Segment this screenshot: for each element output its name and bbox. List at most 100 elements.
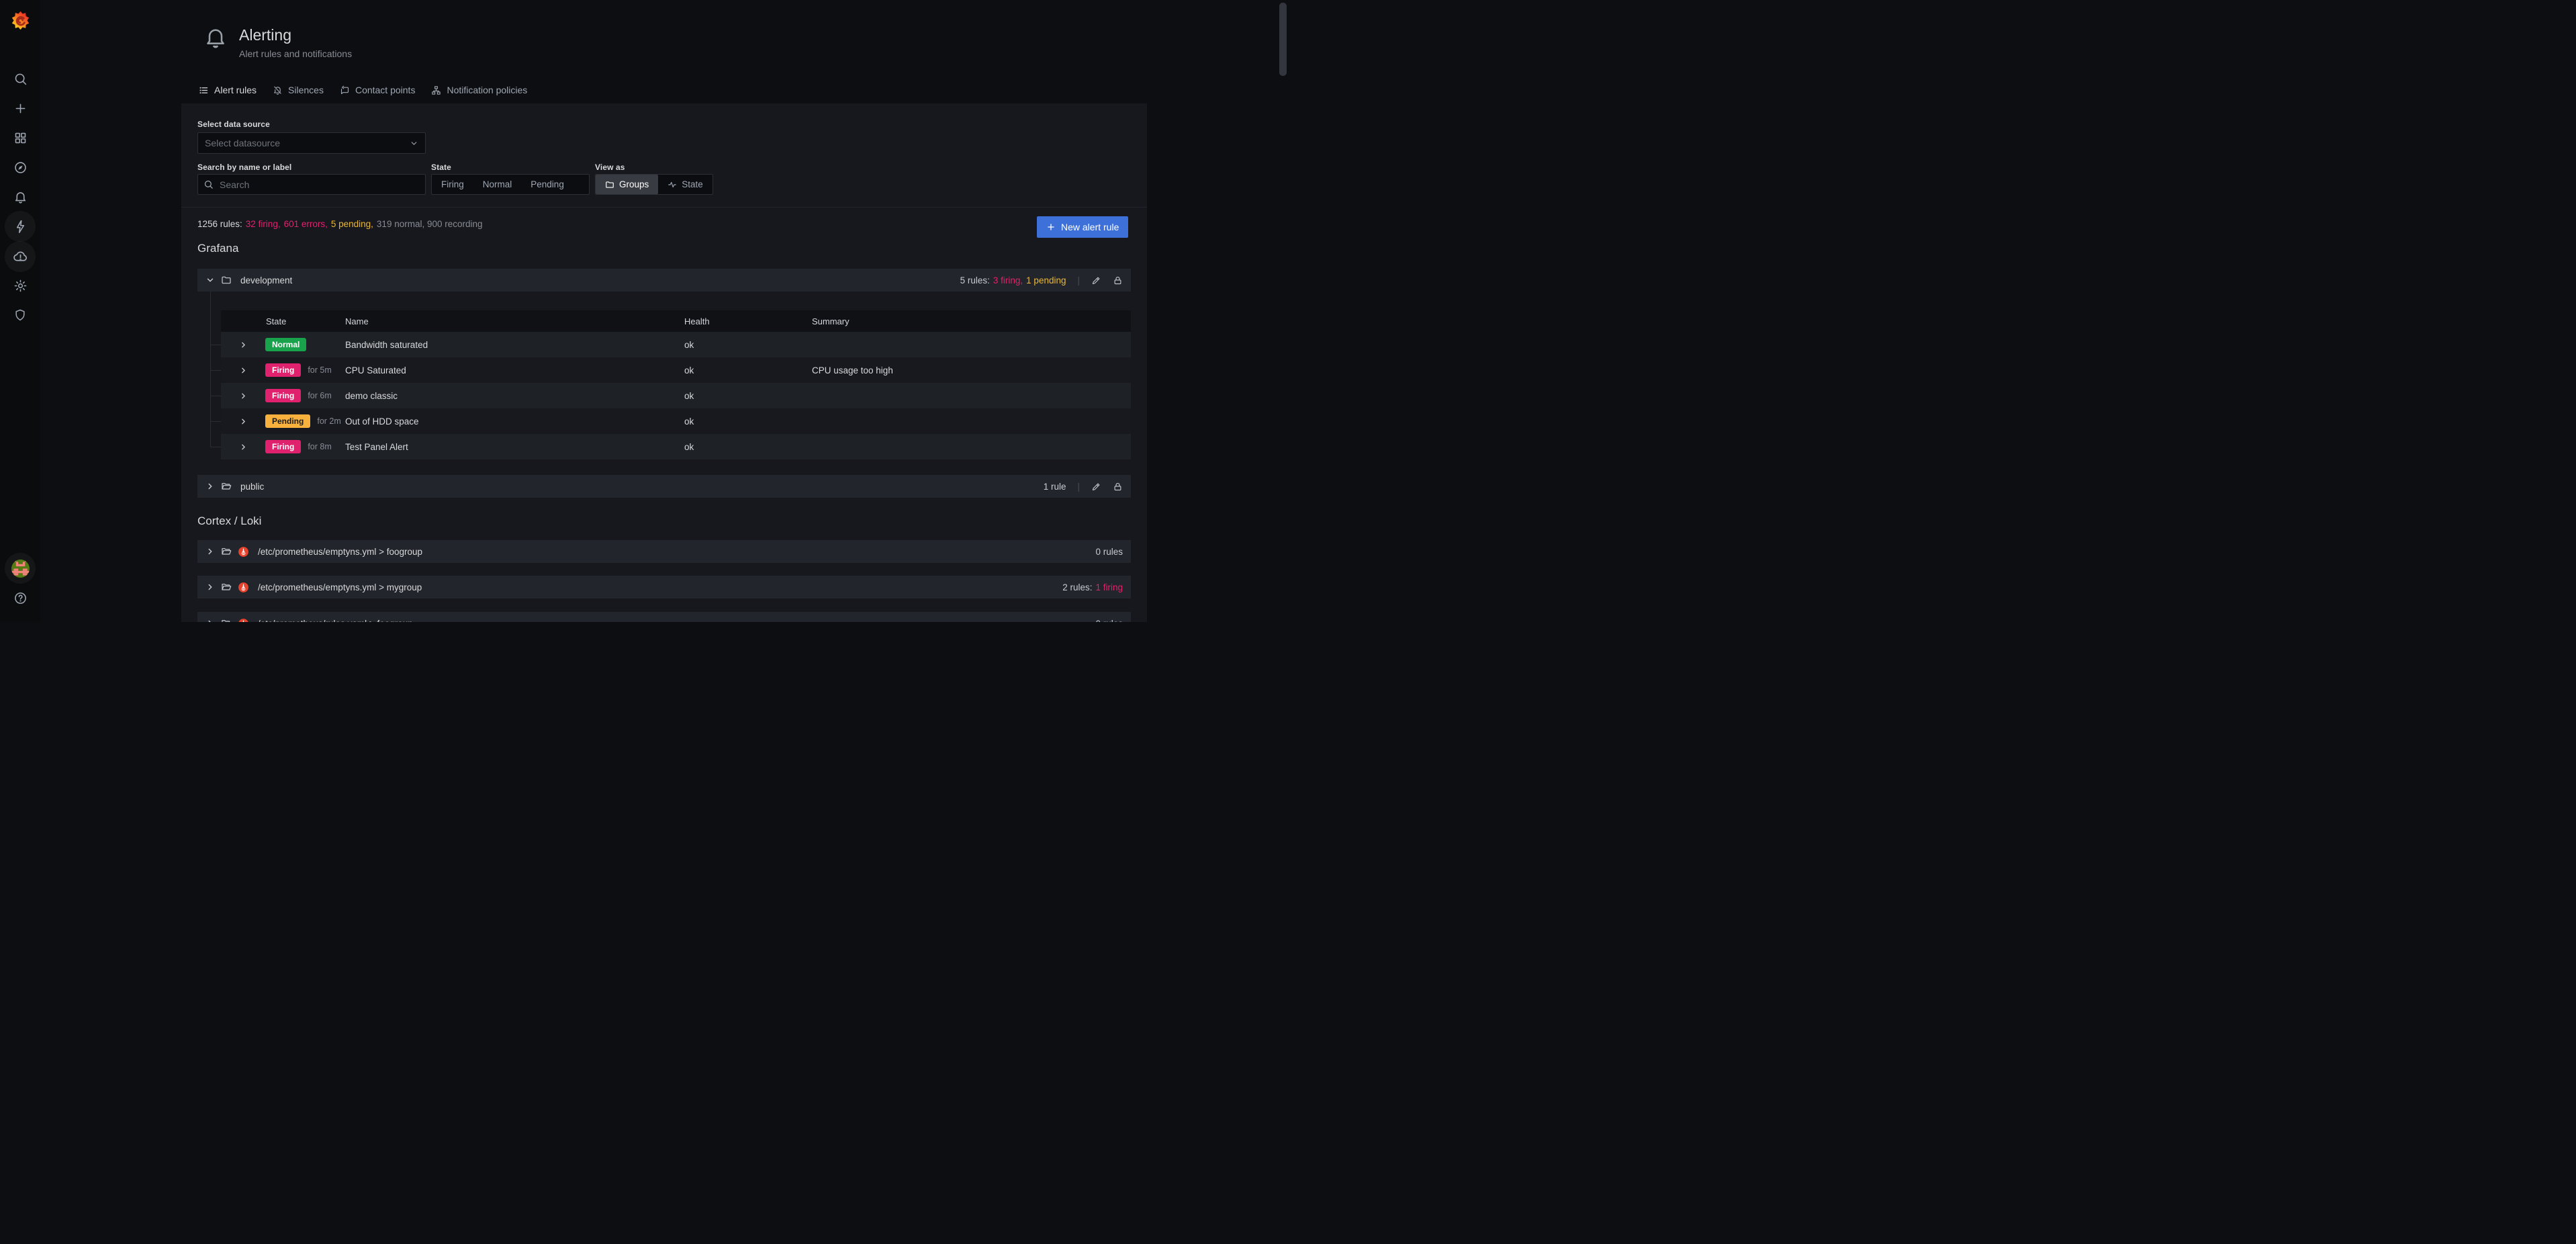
state-badge: Normal — [265, 338, 306, 351]
summary-errors: 601 errors, — [284, 219, 328, 229]
folder-icon — [605, 180, 614, 189]
header-name: Name — [345, 316, 684, 326]
viewas-option-state[interactable]: State — [658, 175, 712, 194]
compass-icon — [13, 161, 28, 175]
prometheus-icon — [238, 546, 249, 558]
lock-icon[interactable] — [1113, 275, 1123, 285]
sidebar-configuration[interactable] — [0, 273, 40, 298]
group-row-public[interactable]: public 1 rule | — [197, 475, 1131, 498]
group-name: /etc/prometheus/rules.yaml > foogroup — [258, 619, 413, 623]
group-row-development[interactable]: development 5 rules: 3 firing, 1 pending… — [197, 269, 1131, 292]
lock-icon[interactable] — [1113, 482, 1123, 492]
help-icon — [13, 591, 28, 605]
sidebar-explore[interactable] — [0, 154, 40, 180]
sidebar-admin[interactable] — [0, 302, 40, 328]
rule-health: ok — [684, 391, 812, 401]
tree-guide — [210, 421, 221, 422]
table-row: Firingfor 6m demo classic ok — [221, 383, 1131, 408]
search-icon — [203, 179, 214, 189]
dashboards-icon — [13, 131, 28, 145]
search-field — [197, 174, 426, 195]
tab-label: Alert rules — [214, 85, 257, 95]
expand-row-icon[interactable] — [239, 443, 248, 451]
pulse-icon — [668, 180, 677, 189]
state-badge: Firing — [265, 389, 301, 402]
tab-alert-rules[interactable]: Alert rules — [191, 77, 265, 103]
search-icon — [13, 72, 28, 86]
cloud-exclamation-icon — [13, 249, 28, 265]
group-pending-count: 1 pending — [1026, 275, 1066, 285]
group-name: public — [240, 482, 264, 492]
tab-silences[interactable]: Silences — [265, 77, 332, 103]
edit-icon[interactable] — [1091, 482, 1101, 492]
sidebar-user-avatar[interactable] — [0, 556, 40, 581]
table-row: Pendingfor 2m Out of HDD space ok — [221, 408, 1131, 434]
sidebar-create[interactable] — [0, 95, 40, 121]
group-rule-count: 5 rules: — [960, 275, 990, 285]
group-firing-count: 1 firing — [1095, 582, 1123, 592]
chevron-right-icon[interactable] — [205, 582, 215, 592]
state-badge: Pending — [265, 414, 310, 428]
group-row-foogroup-2[interactable]: /etc/prometheus/rules.yaml > foogroup 0 … — [197, 612, 1131, 622]
datasource-select[interactable]: Select datasource — [197, 132, 426, 154]
summary-total: 1256 rules: — [197, 219, 242, 229]
header-summary: Summary — [812, 316, 1131, 326]
expand-row-icon[interactable] — [239, 392, 248, 400]
state-option-firing[interactable]: Firing — [432, 175, 473, 194]
sidebar-alerting[interactable] — [0, 184, 40, 210]
summary-rest: 319 normal, 900 recording — [377, 219, 483, 229]
expand-row-icon[interactable] — [239, 366, 248, 375]
tab-contact-points[interactable]: Contact points — [332, 77, 424, 103]
scrollbar-thumb[interactable] — [1279, 3, 1287, 76]
sidebar-help[interactable] — [0, 585, 40, 611]
header-health: Health — [684, 316, 812, 326]
state-filter-group: Firing Normal Pending — [431, 174, 590, 195]
lightning-icon — [13, 220, 28, 234]
chevron-right-icon[interactable] — [205, 482, 215, 491]
group-name: development — [240, 275, 292, 285]
chevron-right-icon[interactable] — [205, 547, 215, 556]
edit-icon[interactable] — [1091, 275, 1101, 285]
chevron-right-icon[interactable] — [205, 619, 215, 622]
new-alert-rule-button[interactable]: New alert rule — [1037, 216, 1128, 238]
state-badge: Firing — [265, 440, 301, 453]
expand-row-icon[interactable] — [239, 341, 248, 349]
tab-label: Contact points — [355, 85, 416, 95]
table-row: Firingfor 5m CPU Saturated ok CPU usage … — [221, 357, 1131, 383]
group-row-foogroup[interactable]: /etc/prometheus/emptyns.yml > foogroup 0… — [197, 540, 1131, 563]
expand-row-icon[interactable] — [239, 417, 248, 426]
section-title-grafana: Grafana — [197, 242, 238, 255]
viewas-state-label: State — [682, 179, 703, 189]
summary-firing: 32 firing, — [246, 219, 281, 229]
state-badge: Firing — [265, 363, 301, 377]
sidebar-search[interactable] — [0, 66, 40, 91]
grafana-logo[interactable] — [0, 5, 40, 35]
prometheus-icon — [238, 582, 249, 593]
tab-notification-policies[interactable]: Notification policies — [423, 77, 535, 103]
viewas-option-groups[interactable]: Groups — [596, 175, 658, 194]
content-panel: Select data source Select datasource Sea… — [181, 103, 1147, 622]
rules-table: State Name Health Summary Normal Bandwid… — [221, 310, 1131, 459]
tab-bar: Alert rules Silences Contact points Noti… — [191, 77, 535, 103]
filters-divider — [181, 207, 1147, 208]
state-duration: for 2m — [317, 416, 340, 426]
sitemap-icon — [431, 85, 441, 95]
chevron-down-icon[interactable] — [205, 275, 215, 285]
sidebar-dashboards[interactable] — [0, 125, 40, 150]
state-filter-label: State — [431, 163, 451, 172]
list-icon — [199, 85, 209, 95]
table-row: Normal Bandwidth saturated ok — [221, 332, 1131, 357]
gear-icon — [13, 279, 28, 293]
state-duration: for 5m — [308, 365, 331, 375]
search-input[interactable] — [218, 179, 420, 191]
alerting-bell-icon — [203, 26, 228, 50]
table-row: Firingfor 8m Test Panel Alert ok — [221, 434, 1131, 459]
rule-health: ok — [684, 416, 812, 427]
state-option-normal[interactable]: Normal — [473, 175, 522, 194]
sidebar-lightning[interactable] — [0, 214, 40, 239]
chevron-down-icon — [410, 139, 418, 148]
state-option-pending[interactable]: Pending — [521, 175, 573, 194]
tree-guide — [210, 292, 211, 447]
group-row-mygroup[interactable]: /etc/prometheus/emptyns.yml > mygroup 2 … — [197, 576, 1131, 598]
sidebar-cloud-alert[interactable] — [0, 244, 40, 269]
